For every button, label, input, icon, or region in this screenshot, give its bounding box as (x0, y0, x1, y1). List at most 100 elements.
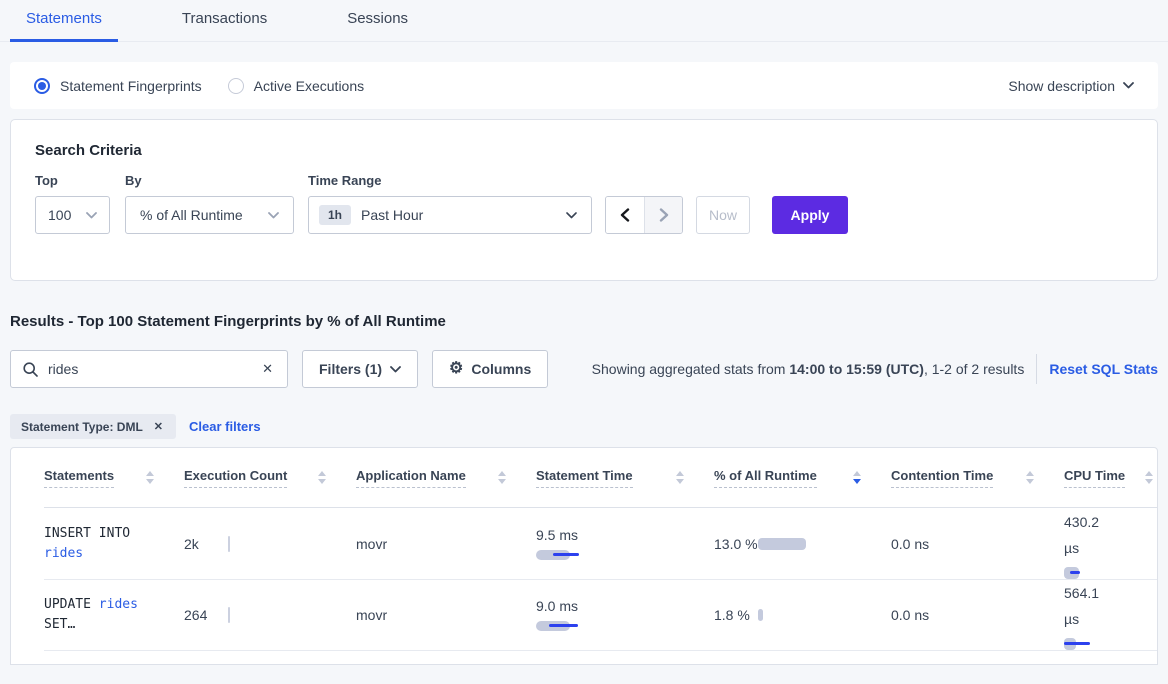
sql-text: UPDATE (44, 597, 91, 612)
execution-count-value: 264 (184, 607, 228, 623)
statement-fingerprint-cell: UPDATE rides SET… (44, 595, 184, 635)
cpu-time-bar (1064, 638, 1157, 650)
chevron-down-icon (86, 212, 97, 219)
runtime-pct-cell: 13.0 % (714, 531, 891, 557)
execution-count-bar (228, 536, 230, 552)
statement-time-value: 9.5 ms (536, 527, 714, 543)
column-label: CPU Time (1064, 468, 1125, 488)
page-tabs: Statements Transactions Sessions (0, 0, 1168, 42)
time-range-select[interactable]: 1h Past Hour (308, 196, 592, 234)
column-header-statements[interactable]: Statements (44, 468, 184, 488)
table-header-row: Statements Execution Count Application N… (44, 448, 1157, 508)
vertical-divider (1036, 354, 1037, 384)
time-next-button[interactable] (644, 197, 682, 233)
cpu-time-bar (1064, 567, 1157, 579)
tab-statements[interactable]: Statements (10, 0, 118, 42)
active-filters-row: Statement Type: DML ✕ Clear filters (10, 414, 1158, 439)
reset-sql-stats-link[interactable]: Reset SQL Stats (1049, 361, 1158, 377)
application-name-cell: movr (356, 607, 536, 623)
time-nav-group (605, 196, 683, 234)
stats-suffix: , 1-2 of 2 results (924, 361, 1024, 377)
chevron-down-icon (268, 212, 279, 219)
time-range-badge: 1h (319, 205, 351, 225)
columns-label: Columns (471, 361, 531, 377)
apply-button[interactable]: Apply (772, 196, 848, 234)
by-field: By % of All Runtime (125, 173, 294, 234)
column-header-cpu-time[interactable]: CPU Time (1064, 468, 1157, 488)
sort-icon[interactable] (318, 471, 326, 484)
results-table-card: Statements Execution Count Application N… (10, 447, 1158, 665)
sort-icon[interactable] (1026, 471, 1034, 484)
top-label: Top (35, 173, 110, 188)
filters-button[interactable]: Filters (1) (302, 350, 418, 388)
statement-link[interactable]: rides (44, 546, 83, 561)
time-range-value: Past Hour (361, 207, 423, 223)
radio-active-executions[interactable]: Active Executions (228, 78, 365, 94)
column-label: Statements (44, 468, 114, 488)
top-select-value: 100 (48, 207, 71, 223)
application-name-cell: movr (356, 536, 536, 552)
sort-icon[interactable] (146, 471, 154, 484)
radio-label: Active Executions (254, 78, 365, 94)
aggregated-stats-text: Showing aggregated stats from 14:00 to 1… (592, 361, 1025, 377)
results-toolbar: ✕ Filters (1) ⚙ Columns Showing aggregat… (10, 350, 1158, 388)
by-label: By (125, 173, 294, 188)
column-header-runtime-pct[interactable]: % of All Runtime (714, 468, 891, 488)
tab-sessions[interactable]: Sessions (331, 0, 424, 42)
chevron-down-icon (1123, 82, 1134, 89)
top-select[interactable]: 100 (35, 196, 110, 234)
time-prev-button[interactable] (606, 197, 644, 233)
stats-range: 14:00 to 15:59 (UTC) (789, 361, 924, 377)
statement-time-value: 9.0 ms (536, 598, 714, 614)
columns-button[interactable]: ⚙ Columns (432, 350, 548, 388)
column-label: Contention Time (891, 468, 993, 488)
statement-time-bar (536, 620, 714, 632)
cpu-time-value: 564.1 µs (1064, 580, 1114, 632)
view-toggle-bar: Statement Fingerprints Active Executions… (10, 62, 1158, 109)
column-label: Application Name (356, 468, 466, 488)
tab-transactions[interactable]: Transactions (166, 0, 283, 42)
sort-icon[interactable] (1145, 471, 1153, 484)
chevron-left-icon (620, 208, 630, 222)
chevron-right-icon (659, 208, 669, 222)
top-field: Top 100 (35, 173, 110, 234)
statement-time-cell: 9.5 ms (536, 527, 714, 561)
show-description-toggle[interactable]: Show description (1008, 78, 1134, 94)
execution-count-value: 2k (184, 536, 228, 552)
sort-icon[interactable] (498, 471, 506, 484)
search-criteria-title: Search Criteria (35, 142, 1133, 159)
clear-filters-link[interactable]: Clear filters (189, 419, 261, 434)
column-label: Execution Count (184, 468, 287, 488)
chevron-down-icon (566, 212, 577, 219)
clear-search-icon[interactable]: ✕ (260, 359, 275, 379)
statement-fingerprint-cell: INSERT INTO rides (44, 524, 184, 564)
filter-pill-statement-type[interactable]: Statement Type: DML ✕ (10, 414, 176, 439)
column-header-execution-count[interactable]: Execution Count (184, 468, 356, 488)
sql-text: INSERT INTO (44, 526, 130, 541)
runtime-pct-value: 1.8 % (714, 602, 758, 628)
by-select-value: % of All Runtime (140, 207, 243, 223)
runtime-pct-bar (758, 609, 763, 621)
cpu-time-cell: 430.2 µs (1064, 509, 1157, 579)
now-button[interactable]: Now (696, 196, 750, 234)
by-select[interactable]: % of All Runtime (125, 196, 294, 234)
show-description-label: Show description (1008, 78, 1115, 94)
remove-filter-icon[interactable]: ✕ (152, 418, 165, 435)
sort-icon[interactable] (676, 471, 684, 484)
statement-link[interactable]: rides (99, 597, 138, 612)
radio-statement-fingerprints[interactable]: Statement Fingerprints (34, 78, 202, 94)
column-header-statement-time[interactable]: Statement Time (536, 468, 714, 488)
sort-icon-active-desc[interactable] (853, 471, 861, 484)
contention-time-cell: 0.0 ns (891, 536, 1064, 552)
column-header-application-name[interactable]: Application Name (356, 468, 536, 488)
runtime-pct-bar (758, 538, 806, 550)
filter-pill-label: Statement Type: DML (21, 420, 143, 434)
table-row[interactable]: UPDATE rides SET… 264 movr 9.0 ms 1.8 % … (44, 579, 1157, 651)
cpu-time-cell: 564.1 µs (1064, 580, 1157, 650)
radio-selected-icon (34, 78, 50, 94)
search-input[interactable] (48, 361, 260, 377)
statement-time-cell: 9.0 ms (536, 598, 714, 632)
column-header-contention-time[interactable]: Contention Time (891, 468, 1064, 488)
table-row[interactable]: INSERT INTO rides 2k movr 9.5 ms 13.0 % … (44, 508, 1157, 579)
column-label: % of All Runtime (714, 468, 817, 488)
